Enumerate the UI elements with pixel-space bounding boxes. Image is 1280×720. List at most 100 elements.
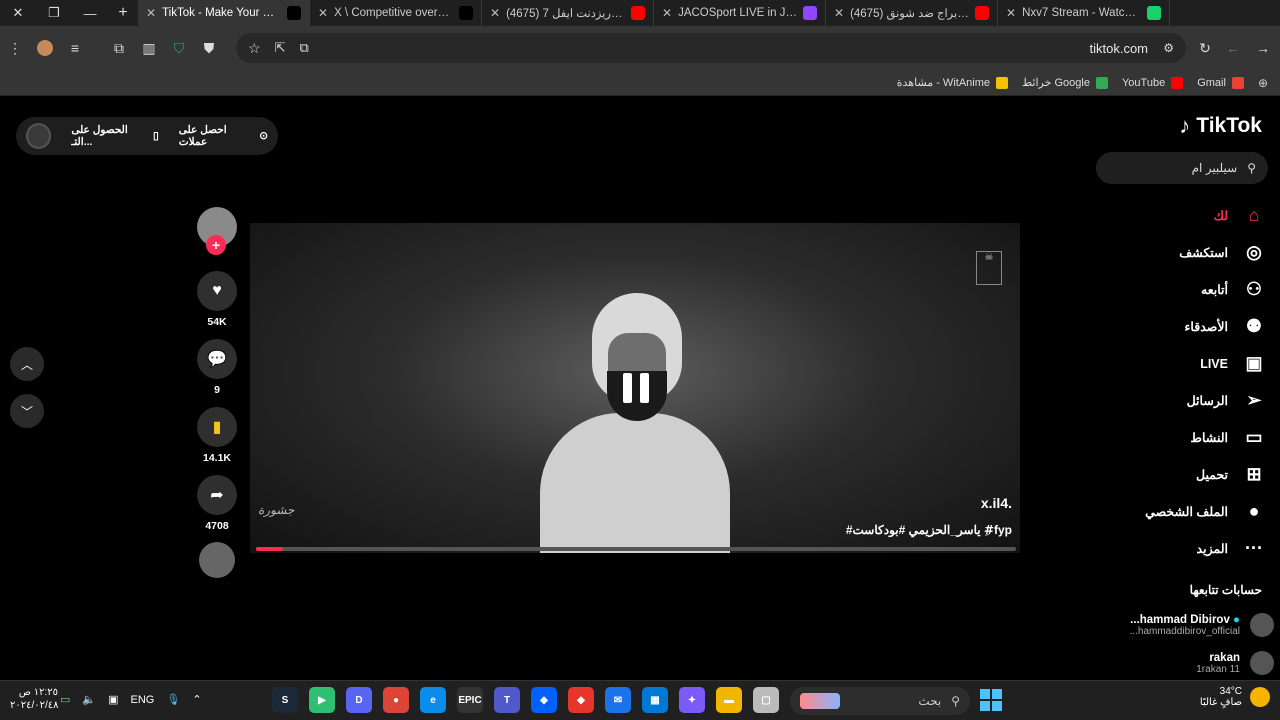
nav-item[interactable]: ➢ الرسائل	[1098, 382, 1270, 419]
steam-app-icon[interactable]: S	[272, 687, 298, 713]
nav-item[interactable]: ⚇ أتابعه	[1098, 271, 1270, 308]
profile-avatar-icon[interactable]	[30, 33, 60, 63]
adblock-icon[interactable]: ⛊	[194, 33, 224, 63]
media-controls-icon[interactable]: ≡	[60, 33, 90, 63]
nav-item[interactable]: ··· المزيد	[1098, 530, 1270, 567]
nav-item[interactable]: ▭ النشاط	[1098, 419, 1270, 456]
cast-icon[interactable]: ⧉	[299, 40, 308, 56]
nav-item[interactable]: ⊞ تحميل	[1098, 456, 1270, 493]
tray-chevron-up-icon[interactable]: ⌃	[192, 693, 201, 706]
close-window-icon[interactable]: ✕	[0, 0, 36, 26]
language-indicator[interactable]: ENG	[131, 694, 155, 706]
phone-icon: ▯	[153, 130, 159, 142]
copilot-app-icon[interactable]: ✦	[679, 687, 705, 713]
dropbox-app-icon[interactable]: ◆	[531, 687, 557, 713]
teams-app-icon[interactable]: T	[494, 687, 520, 713]
back-icon[interactable]: →	[1248, 33, 1278, 63]
close-tab-icon[interactable]: ✕	[318, 6, 328, 20]
clock[interactable]: ١٢:٢٥ ص ٢٠٢٤/٠٢/٤٨	[10, 686, 59, 712]
extension-icon[interactable]: ▥	[134, 33, 164, 63]
nav-item[interactable]: ◎ استكشف	[1098, 234, 1270, 271]
new-tab-button[interactable]: +	[108, 0, 138, 26]
weather-widget[interactable]: 34°C صافٍ غالبًا	[1200, 686, 1270, 708]
like-button[interactable]: ♥	[197, 271, 237, 311]
chrome-app-icon[interactable]: ●	[383, 687, 409, 713]
tiktok-logo[interactable]: ♪ TikTok	[1179, 113, 1262, 139]
battery-icon[interactable]: ▭	[60, 693, 70, 706]
close-tab-icon[interactable]: ✕	[146, 6, 156, 20]
nav-item[interactable]: ▣ LIVE	[1098, 345, 1270, 382]
extensions-icon[interactable]: ⧉	[104, 33, 134, 63]
creator-avatar[interactable]: +	[195, 207, 239, 269]
search-input[interactable]: سيلبير ام ⚲	[1096, 152, 1268, 184]
close-tab-icon[interactable]: ✕	[1006, 6, 1016, 20]
following-account[interactable]: rakan 1rakan 11	[1094, 651, 1274, 675]
close-tab-icon[interactable]: ✕	[834, 6, 844, 20]
search-icon[interactable]: ⚲	[1247, 161, 1256, 175]
network-icon[interactable]: ▣	[108, 693, 118, 706]
store-app-icon[interactable]: ▦	[642, 687, 668, 713]
save-button[interactable]: ▮	[197, 407, 237, 447]
tab-favicon-icon	[631, 6, 645, 20]
get-app-label: الحصول على التـ...	[71, 124, 128, 148]
following-account[interactable]: ...hammad Dibirov ● ...hammaddibirov_offi…	[1094, 613, 1274, 637]
music-disc-icon[interactable]	[199, 542, 235, 578]
close-tab-icon[interactable]: ✕	[490, 6, 500, 20]
video-progress-bar[interactable]	[256, 547, 1016, 551]
nav-item[interactable]: ⚉ الأصدقاء	[1098, 308, 1270, 345]
menu-kebab-icon[interactable]: ⋮	[0, 33, 30, 63]
comment-button[interactable]: 💬	[197, 339, 237, 379]
forward-icon[interactable]: ←	[1218, 33, 1248, 63]
volume-icon[interactable]: 🔈	[82, 693, 96, 706]
browser-tab[interactable]: ✕ TikTok - Make Your Day	[138, 0, 310, 26]
mail-app-icon[interactable]: ✉	[605, 687, 631, 713]
search-value: سيلبير ام	[1191, 161, 1238, 175]
taskbar-search[interactable]: ⚲ بحث	[790, 687, 970, 715]
site-settings-icon[interactable]: ⚙	[1163, 41, 1174, 55]
epic-app-icon[interactable]: EPIC	[457, 687, 483, 713]
media-app-icon[interactable]: ▶	[309, 687, 335, 713]
bookmark-item[interactable]: YouTube	[1121, 76, 1184, 89]
weather-temp: 34°C	[1219, 686, 1242, 697]
microphone-icon[interactable]: 🎙	[166, 693, 180, 706]
bookmark-item[interactable]: مشاهدة - WitAnime	[897, 76, 1008, 89]
nav-item[interactable]: ● الملف الشخصي	[1098, 493, 1270, 530]
reload-icon[interactable]: ↻	[1190, 33, 1220, 63]
get-coins-button[interactable]: احصل على عملات ⊙	[179, 124, 268, 148]
previous-video-button[interactable]: ︿	[10, 347, 44, 381]
address-bar[interactable]: ☆ ⇱ ⧉ tiktok.com ⚙	[236, 33, 1186, 63]
start-button[interactable]	[980, 689, 1002, 711]
browser-tab[interactable]: ✕ (4675) تيم الابراج ضد شونق	[826, 0, 998, 26]
browser-tab[interactable]: ✕ JACOSport LIVE in JACO -	[654, 0, 826, 26]
files-app-icon[interactable]: ▢	[753, 687, 779, 713]
get-app-button[interactable]: الحصول على التـ... ▯	[71, 124, 158, 148]
pause-icon[interactable]	[623, 373, 649, 403]
red-app-icon[interactable]: ◆	[568, 687, 594, 713]
video-caption[interactable]: #ياسر_الحزيمي #بودكاست #ِfyp	[846, 523, 1012, 537]
shield-icon[interactable]: ⛉	[164, 33, 194, 63]
video-username[interactable]: x.il4.	[981, 495, 1012, 511]
nav-item[interactable]: ⌂ لك	[1098, 197, 1270, 234]
discord-app-icon[interactable]: D	[346, 687, 372, 713]
share-button[interactable]: ➦	[197, 475, 237, 515]
bookmark-label: YouTube	[1121, 76, 1166, 89]
nav-label: تحميل	[1195, 468, 1228, 482]
tiktok-page: الحصول على التـ... ▯ احصل على عملات ⊙ ♪ …	[0, 97, 1280, 680]
bookmark-item[interactable]: Gmail	[1197, 76, 1244, 89]
follow-plus-icon[interactable]: +	[206, 235, 226, 255]
bookmark-item[interactable]: خرائط Google	[1022, 76, 1108, 89]
browser-tab[interactable]: ✕ X \ Competitive overwatch	[310, 0, 482, 26]
close-tab-icon[interactable]: ✕	[662, 6, 672, 20]
explorer-app-icon[interactable]: ▬	[716, 687, 742, 713]
browser-tab[interactable]: ✕ Nxv7 Stream - Watch Live	[998, 0, 1170, 26]
account-avatar-icon[interactable]	[26, 123, 52, 149]
bookmark-star-icon[interactable]: ☆	[248, 40, 261, 57]
edge-app-icon[interactable]: e	[420, 687, 446, 713]
friends-icon: ⚉	[1245, 316, 1263, 336]
restore-window-icon[interactable]: ❐	[36, 0, 72, 26]
minimize-window-icon[interactable]: —	[72, 0, 108, 26]
share-icon[interactable]: ⇱	[275, 40, 286, 56]
video-player[interactable]: ☠ جشورة x.il4. #ياسر_الحزيمي #بودكاست #ِ…	[250, 223, 1020, 553]
next-video-button[interactable]: ﹀	[10, 394, 44, 428]
browser-tab[interactable]: ✕ (4675) تختيم ريزدنت ايفل 7	[482, 0, 654, 26]
